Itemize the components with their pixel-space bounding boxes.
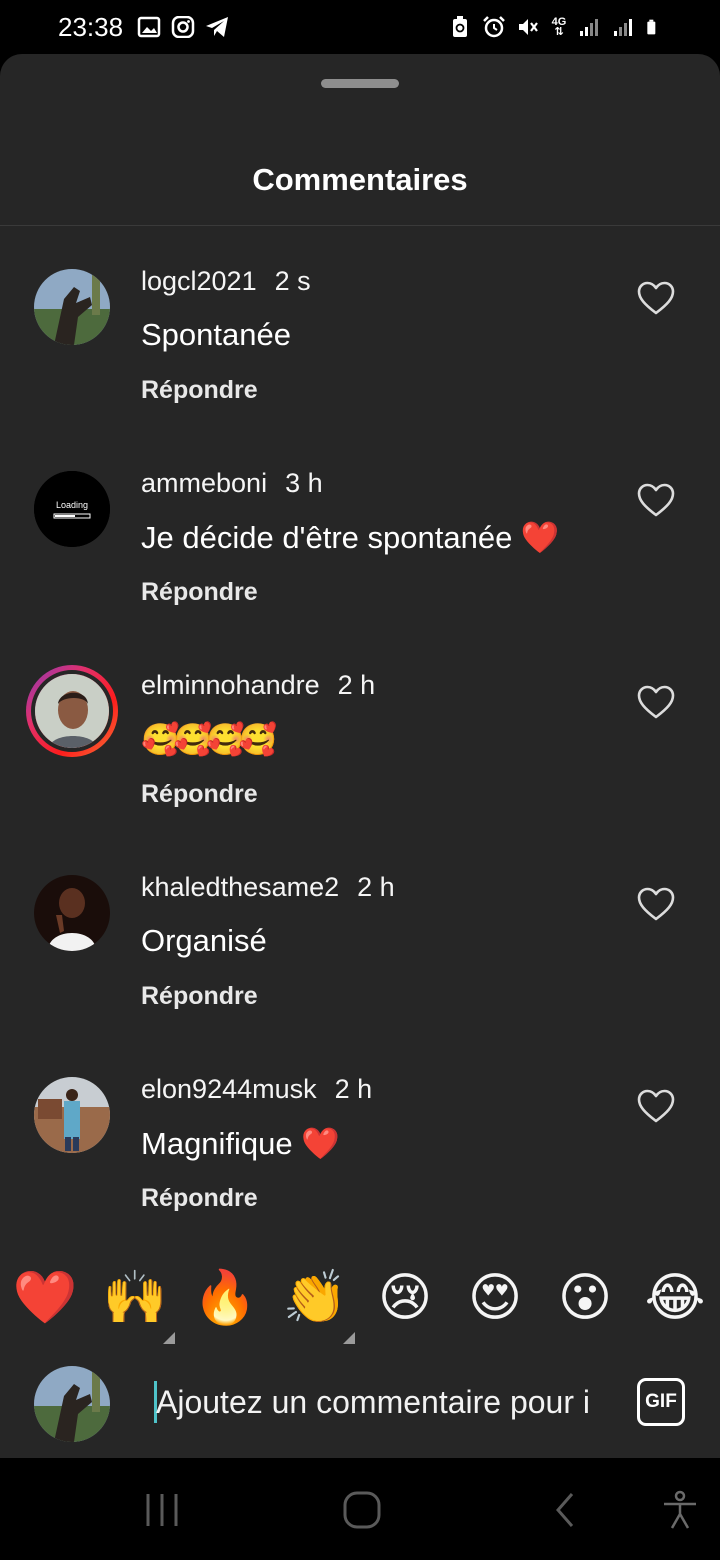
avatar[interactable] bbox=[34, 269, 110, 345]
reply-button[interactable]: Répondre bbox=[141, 982, 258, 1011]
signal-icon bbox=[580, 19, 598, 36]
telegram-icon bbox=[206, 17, 229, 37]
comment-time: 2 s bbox=[274, 266, 311, 296]
reaction-surprised[interactable]: 😮 bbox=[549, 1262, 621, 1334]
heart-icon[interactable] bbox=[636, 481, 676, 521]
recent-apps-icon[interactable] bbox=[142, 1490, 182, 1530]
comment-item: logcl2021 2 s Spontanée Répondre bbox=[0, 261, 720, 463]
comment-username[interactable]: logcl2021 bbox=[141, 266, 257, 296]
network-4g-icon: 4G ⇅ bbox=[551, 16, 567, 38]
divider bbox=[0, 225, 720, 226]
image-icon bbox=[137, 16, 161, 38]
skin-tone-indicator bbox=[163, 1332, 175, 1344]
system-nav-bar bbox=[0, 1458, 720, 1560]
comment-text: Je décide d'être spontanée ❤️ bbox=[141, 520, 560, 555]
avatar bbox=[31, 670, 113, 752]
drag-handle[interactable] bbox=[321, 79, 399, 88]
avatar-loading-text: Loading bbox=[56, 500, 88, 510]
comment-username[interactable]: ammeboni bbox=[141, 468, 267, 498]
battery-icon bbox=[647, 19, 656, 35]
comment-item: khaledthesame2 2 h Organisé Répondre bbox=[0, 867, 720, 1069]
avatar-story-ring[interactable] bbox=[26, 665, 118, 757]
comment-item: elminnohandre 2 h 🥰🥰🥰🥰 Répondre bbox=[0, 665, 720, 867]
accessibility-icon[interactable] bbox=[660, 1490, 700, 1530]
battery-saver-icon bbox=[453, 16, 467, 37]
comments-sheet: Commentaires logcl2021 2 s Spontanée Répo… bbox=[0, 54, 720, 1458]
reply-button[interactable]: Répondre bbox=[141, 1184, 258, 1213]
comment-header: ammeboni 3 h bbox=[141, 468, 323, 499]
comment-input[interactable] bbox=[156, 1376, 604, 1428]
reaction-raised-hands-glyph: 🙌 bbox=[102, 1268, 168, 1328]
comment-time: 2 h bbox=[334, 1074, 373, 1104]
comment-username[interactable]: elminnohandre bbox=[141, 670, 320, 700]
reaction-raised-hands[interactable]: 🙌 bbox=[99, 1262, 175, 1344]
reaction-clap-glyph: 👏 bbox=[282, 1268, 348, 1328]
comment-text: Spontanée bbox=[141, 317, 291, 352]
back-icon[interactable] bbox=[546, 1490, 586, 1530]
home-icon[interactable] bbox=[342, 1490, 382, 1530]
comment-item: elon9244musk 2 h Magnifique ❤️ Répondre bbox=[0, 1069, 720, 1271]
reply-button[interactable]: Répondre bbox=[141, 578, 258, 607]
network-label: 4G bbox=[551, 16, 567, 28]
reply-button[interactable]: Répondre bbox=[141, 376, 258, 405]
sheet-title: Commentaires bbox=[252, 162, 468, 197]
instagram-icon bbox=[171, 16, 195, 38]
reaction-laughing[interactable]: 😂 bbox=[639, 1262, 711, 1334]
comment-username[interactable]: elon9244musk bbox=[141, 1074, 317, 1104]
avatar[interactable]: Loading bbox=[34, 471, 110, 547]
reaction-clap[interactable]: 👏 bbox=[279, 1262, 355, 1344]
comment-header: logcl2021 2 s bbox=[141, 266, 311, 297]
alarm-icon bbox=[483, 16, 505, 38]
comment-header: elon9244musk 2 h bbox=[141, 1074, 372, 1105]
comment-time: 3 h bbox=[285, 468, 323, 498]
comment-text: Magnifique ❤️ bbox=[141, 1126, 340, 1161]
comment-time: 2 h bbox=[357, 872, 395, 902]
mute-icon bbox=[519, 19, 538, 35]
signal-icon-2 bbox=[614, 19, 632, 36]
reply-button[interactable]: Répondre bbox=[141, 780, 258, 809]
avatar[interactable] bbox=[34, 1077, 110, 1153]
comment-time: 2 h bbox=[337, 670, 376, 700]
quick-reactions-bar: ❤️ 🙌 🔥 👏 😢 😍 😮 😂 bbox=[0, 1262, 720, 1352]
comment-item: Loading ammeboni 3 h Je décide d'être spo… bbox=[0, 463, 720, 665]
skin-tone-indicator bbox=[343, 1332, 355, 1344]
heart-icon[interactable] bbox=[636, 885, 676, 925]
comment-username[interactable]: khaledthesame2 bbox=[141, 872, 339, 902]
reaction-heart-eyes[interactable]: 😍 bbox=[459, 1262, 531, 1334]
status-time: 23:38 bbox=[58, 11, 124, 42]
gif-button[interactable]: GIF bbox=[637, 1378, 685, 1426]
comment-text: 🥰🥰🥰🥰 bbox=[141, 722, 277, 758]
comment-header: khaledthesame2 2 h bbox=[141, 872, 395, 903]
heart-icon[interactable] bbox=[636, 1087, 676, 1127]
reaction-fire[interactable]: 🔥 bbox=[189, 1262, 261, 1334]
current-user-avatar bbox=[34, 1366, 110, 1442]
reaction-crying[interactable]: 😢 bbox=[369, 1262, 441, 1334]
status-bar: 23:38 4G ⇅ bbox=[0, 0, 720, 54]
reaction-heart[interactable]: ❤️ bbox=[9, 1262, 81, 1334]
heart-icon[interactable] bbox=[636, 683, 676, 723]
comment-header: elminnohandre 2 h bbox=[141, 670, 375, 701]
comment-text: Organisé bbox=[141, 923, 267, 958]
heart-icon[interactable] bbox=[636, 279, 676, 319]
avatar[interactable] bbox=[34, 875, 110, 951]
comment-composer: GIF bbox=[0, 1354, 720, 1458]
